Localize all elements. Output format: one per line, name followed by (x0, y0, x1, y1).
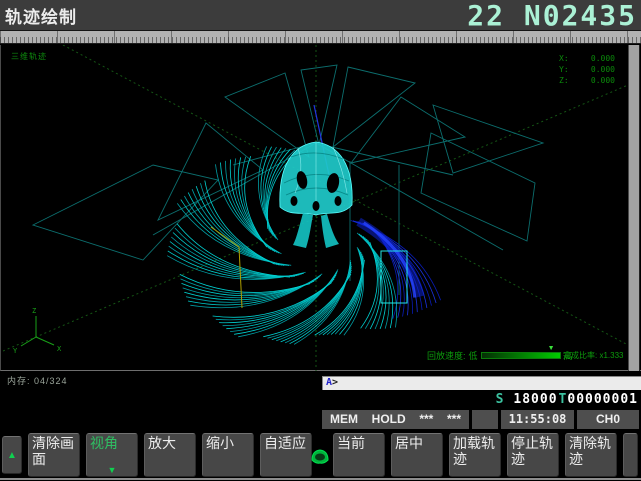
axis-row-x: X: 0.000 (559, 54, 615, 63)
softkey-label: 缩小 (206, 435, 234, 451)
axis-row-z: Z: 0.000 (559, 76, 615, 85)
triad-x-label: X (57, 345, 62, 353)
softkey-clear-trace[interactable]: 清除轨迹 (565, 433, 617, 477)
axis-z-value: 0.000 (591, 76, 615, 85)
softkey-label: 清除画面 (32, 435, 74, 467)
softkey-label: 当前 (337, 435, 365, 451)
completion-ratio: 完成比率: x1.333 (563, 350, 624, 361)
softkey-label: 自适应 (264, 435, 306, 451)
down-arrow-icon: ▼ (108, 466, 117, 475)
status-blank-box (472, 410, 498, 429)
channel-indicator: CH0 (577, 410, 639, 429)
status-flag-1: *** (419, 410, 433, 429)
playback-speed-control: 回放速度: 低 ▼ 高 (427, 349, 573, 362)
plot-area: Z Y X 三维轨迹 X: 0.000 Y: 0.000 Z: 0.000 回放速度… (0, 45, 641, 371)
softkey-label: 居中 (395, 435, 423, 451)
spindle-label: S (496, 392, 505, 407)
view-mode-label: 三维轨迹 (11, 51, 47, 62)
softkey-label: 视角 (90, 435, 118, 451)
axis-y-value: 0.000 (591, 65, 615, 74)
bottom-divider (0, 478, 641, 480)
status-flag-2: *** (447, 410, 461, 429)
titlebar: 轨迹绘制 22 N02435 (0, 0, 641, 30)
triad-z-label: Z (32, 307, 36, 315)
hold-indicator: HOLD (372, 410, 406, 429)
spindle-tool-readout: S18000T00000001 (496, 392, 638, 407)
mode-indicator: MEM (330, 410, 358, 429)
memory-indicator: 内存: 04/324 (7, 374, 68, 387)
plot-scrollbar[interactable] (628, 45, 640, 371)
axis-row-y: Y: 0.000 (559, 65, 615, 74)
softkey-label: 停止轨迹 (511, 435, 553, 467)
softkey-page-up-button[interactable]: ▲ (2, 436, 22, 474)
command-prompt-gt: > (332, 377, 338, 388)
softkey-load-trace[interactable]: 加载轨迹 (449, 433, 501, 477)
softkey-zoom-out[interactable]: 缩小 (202, 433, 254, 477)
machine-status-box: MEM HOLD *** *** (322, 410, 469, 429)
command-input[interactable]: A> (322, 376, 641, 390)
softkey-clear-screen[interactable]: 清除画面 (28, 433, 80, 477)
axis-y-label: Y: (559, 65, 569, 74)
softkey-stop-trace[interactable]: 停止轨迹 (507, 433, 559, 477)
page-title: 轨迹绘制 (5, 3, 77, 28)
completion-value: x1.333 (599, 351, 623, 360)
softkey-label: 清除轨迹 (569, 435, 611, 467)
up-arrow-icon: ▲ (7, 450, 17, 461)
slider-thumb-icon[interactable]: ▼ (548, 345, 555, 352)
axis-x-value: 0.000 (591, 54, 615, 63)
triad-y-label: Y (13, 347, 18, 355)
softkey-label: 加载轨迹 (453, 435, 495, 467)
position-readout: X: 0.000 Y: 0.000 Z: 0.000 (559, 54, 615, 87)
program-number: 22 N02435 (467, 0, 637, 32)
cnc-trace-screen: 轨迹绘制 22 N02435 Z Y X 三维轨迹 X: 0.000 Y: 0.00… (0, 0, 641, 481)
softkey-fit-view[interactable]: 自适应 (260, 433, 312, 477)
softkey-label: 放大 (148, 435, 176, 451)
softkey-center[interactable]: 居中 (391, 433, 443, 477)
completion-label: 完成比率: (563, 351, 597, 360)
dome-indicator-icon (310, 448, 330, 465)
axis-x-label: X: (559, 54, 569, 63)
softkey-current[interactable]: 当前 (333, 433, 385, 477)
playback-label: 回放速度: (427, 349, 466, 362)
axis-z-label: Z: (559, 76, 569, 85)
spindle-value: 18000 (513, 392, 557, 407)
toolpath-plot: Z Y X (3, 45, 628, 371)
softkey-view-angle[interactable]: 视角 ▼ (86, 433, 138, 477)
playback-slider[interactable]: ▼ (481, 352, 561, 359)
tool-value: 00000001 (567, 392, 638, 407)
playback-low-label: 低 (469, 349, 478, 362)
ruler-strip (0, 30, 641, 44)
softkey-blank[interactable] (623, 433, 638, 477)
clock: 11:55:08 (501, 410, 574, 429)
softkey-zoom-in[interactable]: 放大 (144, 433, 196, 477)
